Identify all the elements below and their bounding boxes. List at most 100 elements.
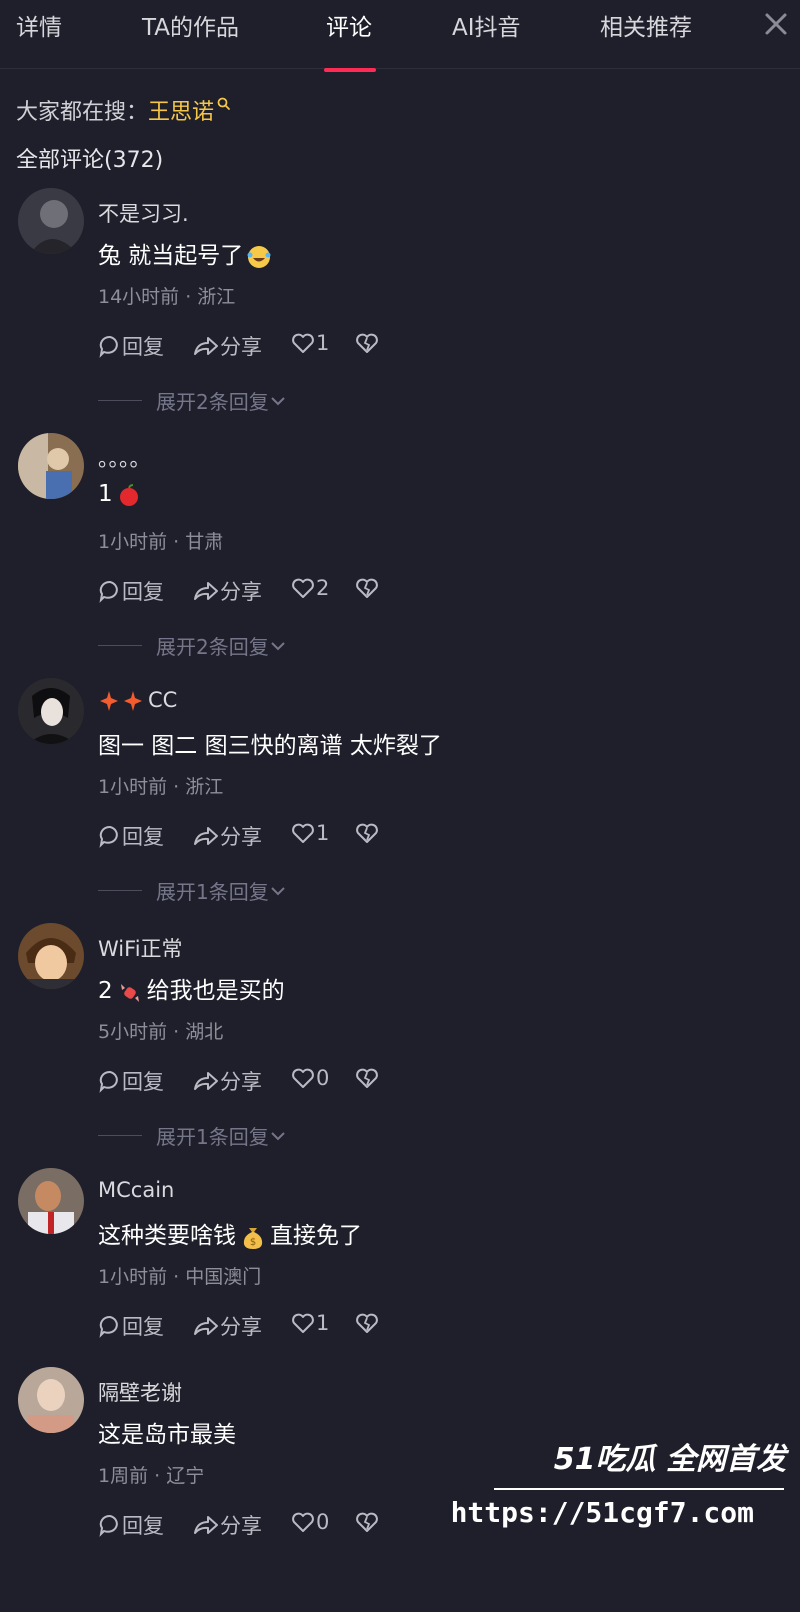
share-button[interactable]: 分享 <box>192 331 262 361</box>
avatar[interactable] <box>18 433 84 499</box>
share-label: 分享 <box>220 1070 262 1094</box>
comment-meta: 14小时前 · 浙江 <box>98 286 236 308</box>
avatar[interactable] <box>18 923 84 989</box>
reply-label: 回复 <box>122 335 164 359</box>
comment-text: 这是岛市最美 <box>98 1422 236 1448</box>
comment-text-body: 兔 就当起号了 <box>98 243 244 269</box>
avatar[interactable] <box>18 188 84 254</box>
watermark-url: https://51cgf7.com <box>450 1496 754 1529</box>
reply-button[interactable]: 回复 <box>98 821 164 851</box>
watermark-brand: 51吃瓜 全网首发 <box>553 1442 786 1477</box>
expand-replies[interactable]: 展开1条回复 <box>98 1121 287 1150</box>
reply-label: 回复 <box>122 580 164 604</box>
expand-replies[interactable]: 展开2条回复 <box>98 386 287 415</box>
comment-text-body: 2 <box>98 978 113 1004</box>
expand-label: 展开1条回复 <box>156 1125 269 1149</box>
reply-icon <box>99 1315 118 1338</box>
reply-icon <box>99 580 118 603</box>
like-button[interactable]: 0 <box>290 1510 329 1534</box>
dislike-button[interactable] <box>354 331 380 355</box>
comment-author[interactable]: CC <box>98 688 177 712</box>
share-label: 分享 <box>220 1315 262 1339</box>
reply-button[interactable]: 回复 <box>98 1066 164 1096</box>
apple-emoji <box>119 483 138 506</box>
comment-text-body: 1 <box>98 481 113 507</box>
share-button[interactable]: 分享 <box>192 1311 262 1341</box>
share-icon <box>194 827 218 845</box>
tab-related[interactable]: 相关推荐 <box>600 8 692 42</box>
divider <box>98 400 142 401</box>
candy-emoji <box>120 983 139 1002</box>
laughing-crying-emoji <box>247 245 271 268</box>
dislike-button[interactable] <box>354 1311 380 1335</box>
comment-item: WiFi正常 2 给我也是买的 5小时前 · 湖北 回复 分享 0 展开1条回复 <box>0 923 800 1168</box>
comment-text-tail: 直接免了 <box>270 1223 362 1249</box>
share-button[interactable]: 分享 <box>192 576 262 606</box>
tab-details[interactable]: 详情 <box>16 8 62 42</box>
avatar[interactable] <box>18 678 84 744</box>
dislike-button[interactable] <box>354 1066 380 1090</box>
expand-replies[interactable]: 展开2条回复 <box>98 631 287 660</box>
share-label: 分享 <box>220 580 262 604</box>
hot-search-keyword[interactable]: 王思诺 <box>148 100 214 125</box>
comment-meta: 1周前 · 辽宁 <box>98 1465 205 1487</box>
share-label: 分享 <box>220 825 262 849</box>
like-button[interactable]: 1 <box>290 821 329 845</box>
comment-meta: 5小时前 · 湖北 <box>98 1021 224 1043</box>
like-button[interactable]: 1 <box>290 1311 329 1335</box>
hot-search-prefix: 大家都在搜： <box>16 100 149 125</box>
hot-search[interactable]: 大家都在搜：王思诺 <box>16 94 232 126</box>
reply-button[interactable]: 回复 <box>98 1311 164 1341</box>
avatar[interactable] <box>18 1168 84 1234</box>
close-icon[interactable] <box>762 10 790 38</box>
comment-author[interactable]: 。。。。 <box>98 443 151 473</box>
like-button[interactable]: 2 <box>290 576 329 600</box>
dislike-button[interactable] <box>354 576 380 600</box>
like-button[interactable]: 1 <box>290 331 329 355</box>
chevron-down-icon <box>271 886 285 895</box>
comment-author[interactable]: 不是习习. <box>98 198 189 228</box>
like-count: 1 <box>316 331 330 355</box>
share-icon <box>194 1516 218 1534</box>
comment-text-tail: 给我也是买的 <box>146 978 285 1004</box>
tab-works[interactable]: TA的作品 <box>142 8 239 42</box>
share-button[interactable]: 分享 <box>192 1066 262 1096</box>
comment-meta: 1小时前 · 甘肃 <box>98 531 224 553</box>
active-tab-indicator <box>324 68 376 72</box>
expand-label: 展开1条回复 <box>156 880 269 904</box>
like-count: 0 <box>316 1510 330 1534</box>
comment-text: 这种类要啥钱 $ 直接免了 <box>98 1216 362 1250</box>
tab-comments[interactable]: 评论 <box>326 8 372 42</box>
reply-button[interactable]: 回复 <box>98 1510 164 1540</box>
share-button[interactable]: 分享 <box>192 821 262 851</box>
like-count: 1 <box>316 821 330 845</box>
dislike-button[interactable] <box>354 1510 380 1534</box>
chevron-down-icon <box>271 1131 285 1140</box>
comment-count: 全部评论(372) <box>16 148 164 173</box>
watermark: 51吃瓜 全网首发 https://51cgf7.com <box>451 1434 794 1544</box>
comment-item: 不是习习. 兔 就当起号了 14小时前 · 浙江 回复 分享 1 展开2条回复 <box>0 188 800 433</box>
reply-button[interactable]: 回复 <box>98 331 164 361</box>
avatar[interactable] <box>18 1367 84 1433</box>
reply-button[interactable]: 回复 <box>98 576 164 606</box>
reply-icon <box>99 335 118 358</box>
broken-heart-icon <box>356 578 378 598</box>
like-button[interactable]: 0 <box>290 1066 329 1090</box>
heart-icon <box>292 823 314 843</box>
reply-label: 回复 <box>122 825 164 849</box>
comment-text-body: 这种类要啥钱 <box>98 1223 236 1249</box>
svg-text:$: $ <box>250 1237 256 1248</box>
broken-heart-icon <box>356 1512 378 1532</box>
comment-author[interactable]: MCcain <box>98 1178 174 1202</box>
divider <box>98 1135 142 1136</box>
share-button[interactable]: 分享 <box>192 1510 262 1540</box>
comment-author[interactable]: 隔壁老谢 <box>98 1377 182 1407</box>
comment-author[interactable]: WiFi正常 <box>98 933 183 963</box>
expand-replies[interactable]: 展开1条回复 <box>98 876 287 905</box>
share-icon <box>194 1317 218 1335</box>
dislike-button[interactable] <box>354 821 380 845</box>
like-count: 1 <box>316 1311 330 1335</box>
tab-ai-douyin[interactable]: AI抖音 <box>452 8 521 42</box>
comment-text: 1 <box>98 481 145 507</box>
expand-label: 展开2条回复 <box>156 390 269 414</box>
